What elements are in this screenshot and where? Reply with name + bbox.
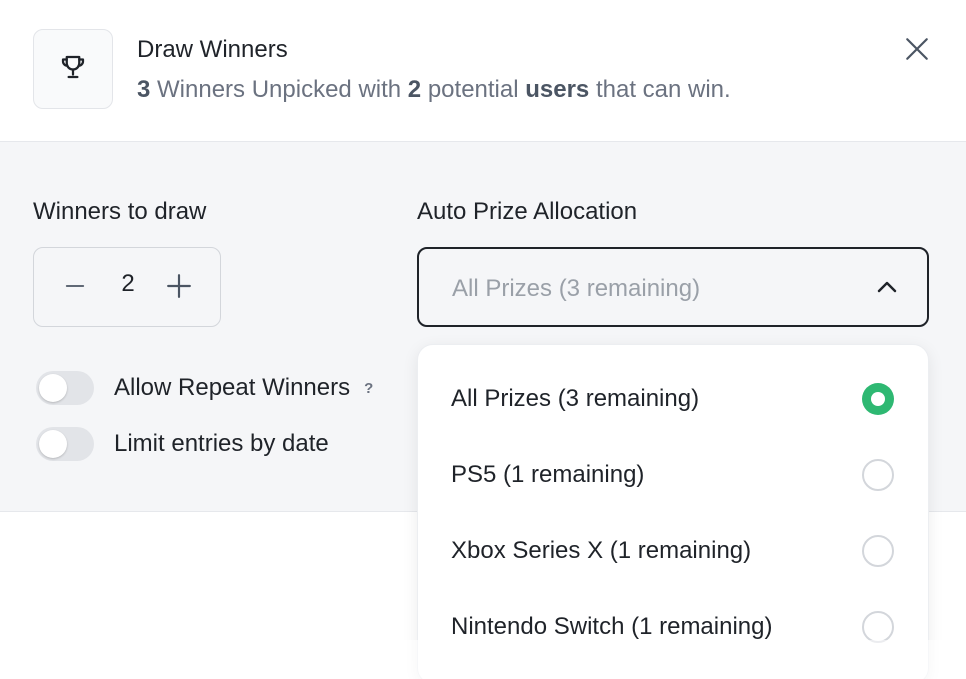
option-label: Nintendo Switch (1 remaining) <box>451 613 773 640</box>
limit-entries-toggle[interactable] <box>36 427 94 461</box>
subtitle-text-3: that can win. <box>589 76 731 103</box>
minus-icon <box>64 275 86 302</box>
bottom-fade-overlay <box>0 640 966 679</box>
prize-option-xbox[interactable]: Xbox Series X (1 remaining) <box>418 513 930 589</box>
radio-selected[interactable] <box>862 383 894 415</box>
help-icon[interactable]: ? <box>364 380 373 397</box>
winners-count-value[interactable]: 2 <box>108 270 148 298</box>
option-label: PS5 (1 remaining) <box>451 461 645 488</box>
radio-unselected[interactable] <box>862 611 894 643</box>
close-button[interactable] <box>900 34 934 68</box>
subtitle-text-2: potential <box>421 76 526 103</box>
allow-repeat-winners-toggle[interactable] <box>36 371 94 405</box>
trophy-icon <box>58 52 88 87</box>
chevron-up-icon <box>875 275 899 304</box>
winners-stepper: 2 <box>33 247 221 327</box>
close-icon <box>904 36 930 67</box>
modal-subtitle: 3 Winners Unpicked with 2 potential user… <box>137 76 731 104</box>
toggle-knob <box>39 430 67 458</box>
radio-unselected[interactable] <box>862 459 894 491</box>
modal-header: Draw Winners 3 Winners Unpicked with 2 p… <box>0 0 966 142</box>
unpicked-count: 3 <box>137 76 151 103</box>
option-label: Xbox Series X (1 remaining) <box>451 537 752 564</box>
plus-icon <box>166 273 192 304</box>
allow-repeat-winners-row: Allow Repeat Winners ? <box>36 371 373 405</box>
toggle-knob <box>39 374 67 402</box>
option-label: All Prizes (3 remaining) <box>451 385 700 412</box>
prize-allocation-select[interactable]: All Prizes (3 remaining) <box>417 247 929 327</box>
prize-allocation-dropdown: All Prizes (3 remaining) PS5 (1 remainin… <box>417 344 929 679</box>
limit-entries-label: Limit entries by date <box>114 430 329 457</box>
subtitle-text-1: Winners Unpicked with <box>150 76 408 103</box>
prize-option-ps5[interactable]: PS5 (1 remaining) <box>418 437 930 513</box>
allow-repeat-winners-label: Allow Repeat Winners <box>114 374 351 401</box>
auto-prize-allocation-label: Auto Prize Allocation <box>417 198 638 225</box>
decrement-button[interactable] <box>55 268 95 308</box>
prize-allocation-selected: All Prizes (3 remaining) <box>452 275 701 302</box>
winners-to-draw-label: Winners to draw <box>33 198 207 225</box>
users-word: users <box>525 76 590 103</box>
increment-button[interactable] <box>159 268 199 308</box>
users-count: 2 <box>407 76 422 103</box>
prize-option-all[interactable]: All Prizes (3 remaining) <box>418 361 930 437</box>
limit-entries-row: Limit entries by date <box>36 427 329 461</box>
radio-unselected[interactable] <box>862 535 894 567</box>
modal-title: Draw Winners <box>137 36 288 63</box>
trophy-badge <box>33 29 113 109</box>
